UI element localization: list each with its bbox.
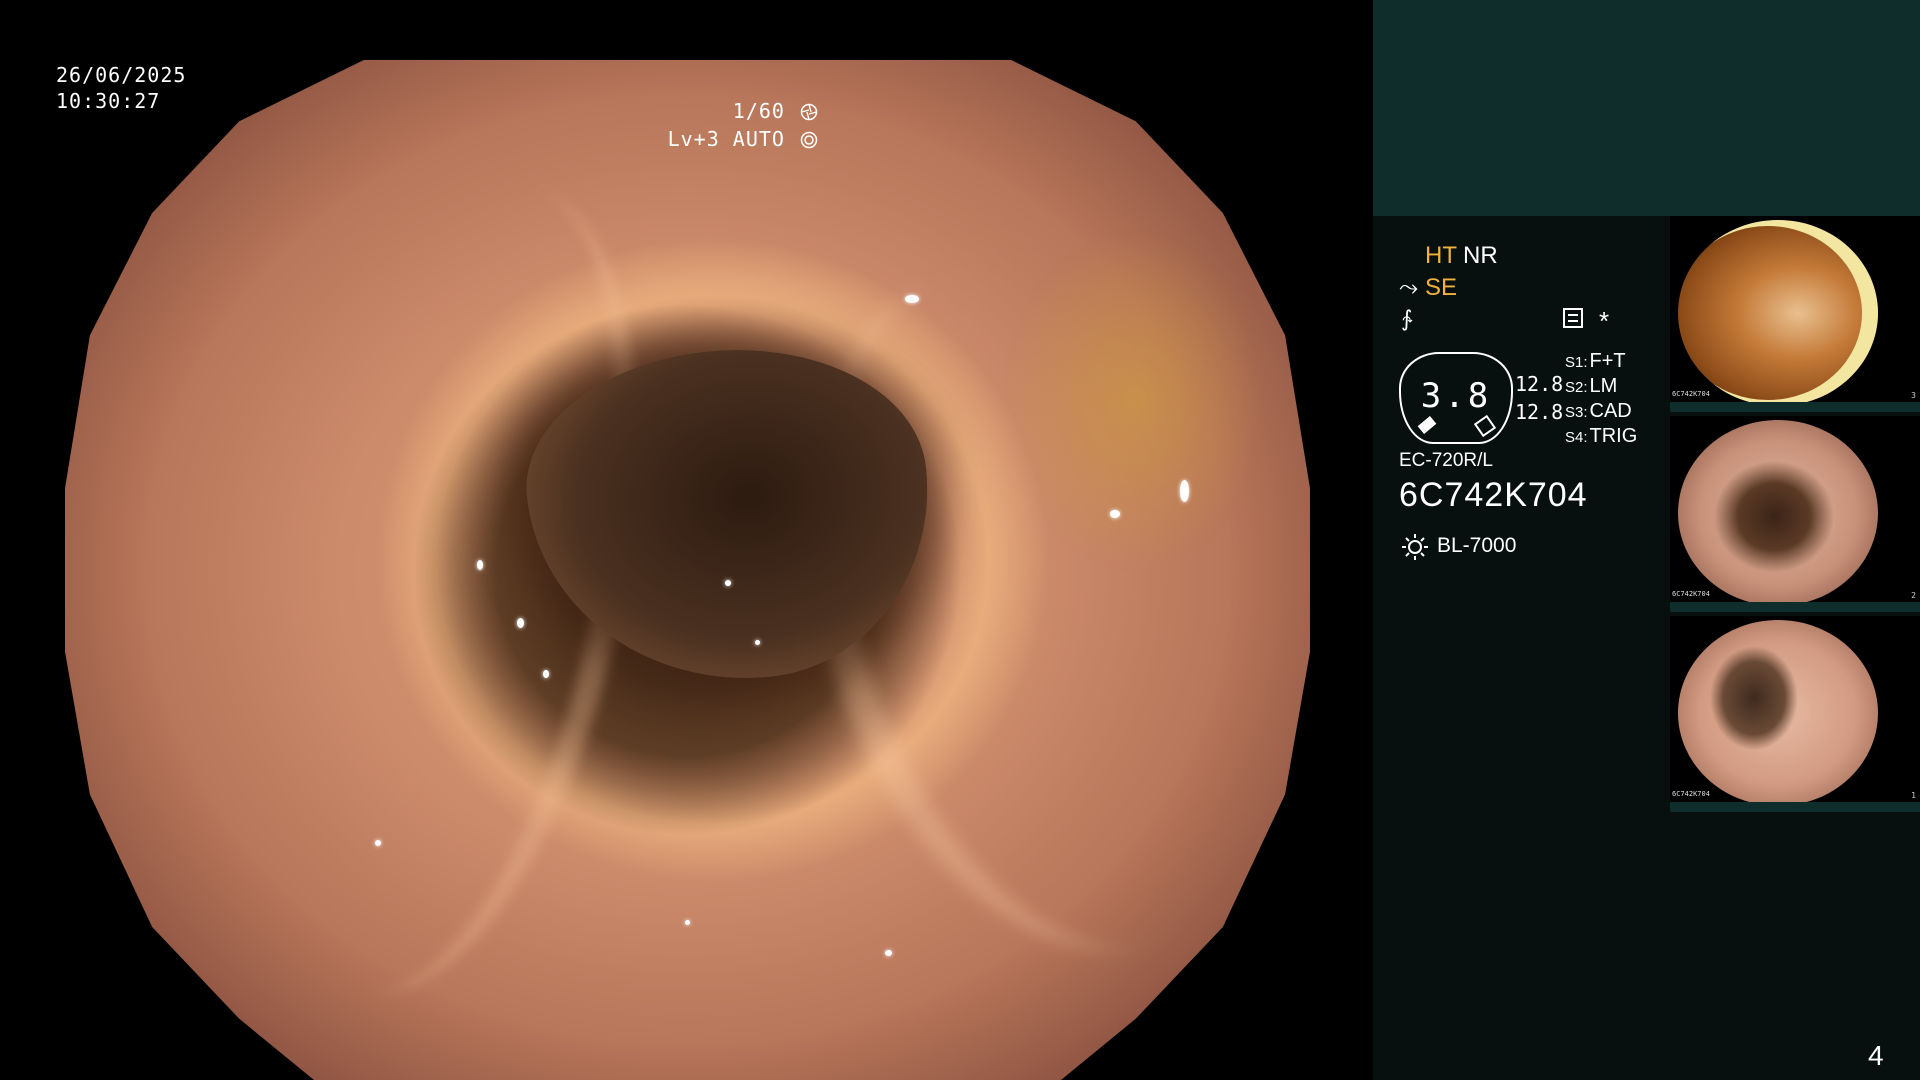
bile-residue bbox=[1005, 230, 1265, 570]
switch-function: LM bbox=[1589, 375, 1618, 397]
switch-key: S1: bbox=[1565, 354, 1588, 371]
exam-date: 26/06/2025 bbox=[56, 63, 187, 87]
switch-function: CAD bbox=[1589, 400, 1632, 422]
thumbnail-image bbox=[1678, 420, 1878, 606]
switch-function: TRIG bbox=[1589, 425, 1638, 447]
light-reflection bbox=[685, 920, 690, 925]
endoscope-image bbox=[65, 60, 1310, 1080]
gauge-value: 3.8 bbox=[1420, 376, 1492, 416]
endoscope-main-view: 26/06/2025 10:30:27 1/60 Lv+3 AUTO bbox=[0, 0, 1373, 1080]
captured-thumbnail[interactable]: 6C742K704 2 bbox=[1670, 416, 1920, 612]
switch-assignment-4: S4: TRIG bbox=[1565, 425, 1637, 448]
thumbnail-image bbox=[1678, 220, 1878, 406]
structure-enhancement-icon: ⤳ bbox=[1399, 274, 1419, 301]
gauge-indicator-right bbox=[1473, 414, 1497, 438]
menu-list-icon bbox=[1563, 308, 1583, 328]
thumbnail-serial: 6C742K704 bbox=[1672, 790, 1710, 798]
switch-assignment-1: S1: F+T bbox=[1565, 350, 1626, 373]
thumbnail-footer bbox=[1670, 802, 1920, 812]
thumbnail-image bbox=[1678, 620, 1878, 806]
brightness-level-value: Lv+3 AUTO bbox=[667, 127, 785, 151]
freeze-icon: ∱ bbox=[1401, 306, 1413, 331]
value-readout: 12.8 bbox=[1515, 400, 1564, 424]
se-indicator: SE bbox=[1425, 274, 1458, 301]
shutter-value: 1/60 bbox=[732, 99, 785, 123]
captured-thumbnail[interactable]: 6C742K704 1 bbox=[1670, 616, 1920, 812]
captured-thumbnail[interactable]: 6C742K704 3 bbox=[1670, 216, 1920, 412]
aperture-icon bbox=[800, 103, 818, 121]
exam-time: 10:30:27 bbox=[56, 89, 161, 113]
thumbnail-index: 3 bbox=[1911, 391, 1916, 400]
light-reflection bbox=[375, 840, 381, 846]
shutter-readout: 1/60 bbox=[733, 98, 818, 124]
switch-function: F+T bbox=[1589, 350, 1626, 372]
thumbnail-serial: 6C742K704 bbox=[1672, 390, 1710, 398]
thumbnail-serial: 6C742K704 bbox=[1672, 590, 1710, 598]
brightness-level-readout: Lv+3 AUTO bbox=[668, 126, 818, 152]
switch-assignment-3: S3: CAD bbox=[1565, 400, 1632, 423]
nr-indicator: NR bbox=[1463, 242, 1498, 269]
light-reflection bbox=[885, 950, 892, 956]
enhancement-gauge: 3.8 bbox=[1399, 352, 1513, 444]
light-reflection bbox=[1110, 510, 1120, 518]
light-source-model: BL-7000 bbox=[1437, 534, 1517, 557]
light-reflection bbox=[543, 670, 549, 678]
thumbnail-footer bbox=[1670, 602, 1920, 612]
light-reflection bbox=[755, 640, 760, 645]
light-reflection bbox=[477, 560, 483, 570]
light-reflection bbox=[1180, 480, 1189, 502]
switch-key: S4: bbox=[1565, 429, 1588, 446]
thumbnail-footer bbox=[1670, 402, 1920, 412]
switch-key: S2: bbox=[1565, 379, 1588, 396]
ht-indicator: HT bbox=[1425, 242, 1457, 269]
switch-key: S3: bbox=[1565, 404, 1588, 421]
page-number: 4 bbox=[1868, 1040, 1884, 1071]
thumbnail-index: 2 bbox=[1911, 591, 1916, 600]
gauge-indicator-left bbox=[1417, 416, 1437, 434]
iris-icon bbox=[800, 131, 818, 149]
star-indicator: * bbox=[1599, 306, 1610, 336]
value-readout: 12.8 bbox=[1515, 372, 1564, 396]
light-reflection bbox=[905, 295, 919, 303]
switch-assignment-2: S2: LM bbox=[1565, 375, 1617, 398]
light-source-icon bbox=[1402, 534, 1428, 560]
light-reflection bbox=[725, 580, 731, 586]
light-reflection bbox=[517, 618, 524, 628]
scope-serial: 6C742K704 bbox=[1399, 476, 1588, 514]
scope-model: EC-720R/L bbox=[1399, 450, 1493, 471]
thumbnail-index: 1 bbox=[1911, 791, 1916, 800]
status-panel: HT NR ⤳ SE ∱ * 3.8 12.8 12.8 S1: F+T S2: L… bbox=[1373, 0, 1920, 1080]
panel-header-block bbox=[1373, 0, 1920, 216]
